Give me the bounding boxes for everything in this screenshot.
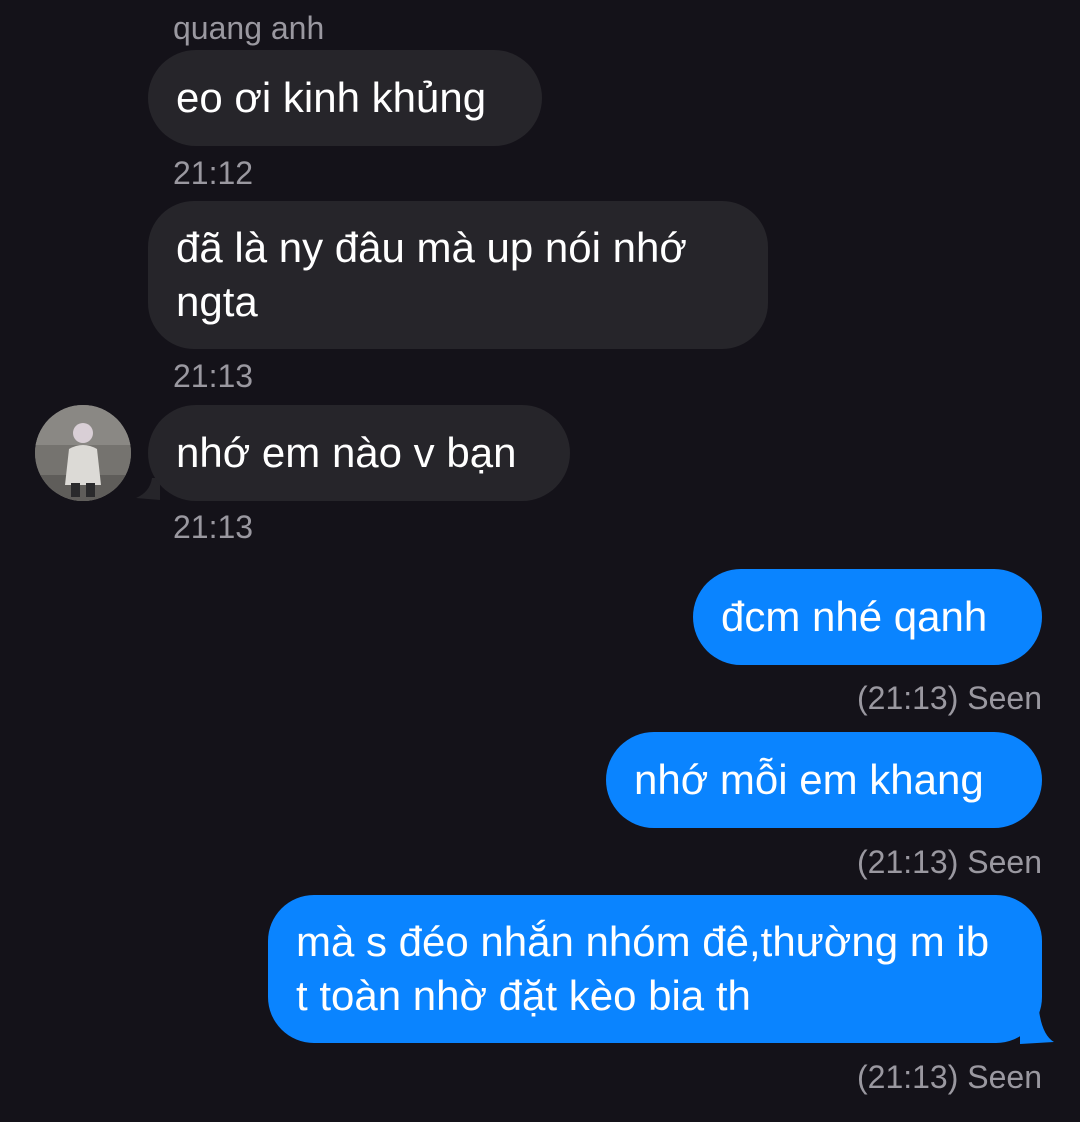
outgoing-message-bubble[interactable]: mà s đéo nhắn nhóm đê,thường m ib t toàn…: [268, 895, 1042, 1043]
avatar-photo-icon: [35, 405, 131, 501]
seen-status: (21:13) Seen: [856, 680, 1042, 716]
contact-avatar[interactable]: [35, 405, 131, 501]
incoming-message-bubble[interactable]: nhớ em nào v bạn: [148, 405, 570, 501]
outgoing-message-bubble[interactable]: nhớ mỗi em khang: [606, 732, 1042, 828]
sender-name: quang anh: [173, 10, 325, 46]
outgoing-message-bubble[interactable]: đcm nhé qanh: [693, 569, 1042, 665]
message-timestamp: 21:12: [173, 155, 254, 191]
message-timestamp: 21:13: [173, 509, 254, 545]
message-text: đcm nhé qanh: [721, 593, 988, 640]
message-text: nhớ mỗi em khang: [634, 756, 984, 803]
message-timestamp: 21:13: [173, 358, 254, 394]
incoming-message-bubble[interactable]: eo ơi kinh khủng: [148, 50, 542, 146]
message-text: nhớ em nào v bạn: [176, 429, 517, 476]
message-text: đã là ny đâu mà up nói nhớ ngta: [176, 224, 687, 325]
seen-status: (21:13) Seen: [856, 844, 1042, 880]
message-text: mà s đéo nhắn nhóm đê,thường m ib t toàn…: [296, 918, 990, 1019]
incoming-message-bubble[interactable]: đã là ny đâu mà up nói nhớ ngta: [148, 201, 768, 349]
message-text: eo ơi kinh khủng: [176, 74, 487, 121]
seen-status: (21:13) Seen: [856, 1059, 1042, 1095]
